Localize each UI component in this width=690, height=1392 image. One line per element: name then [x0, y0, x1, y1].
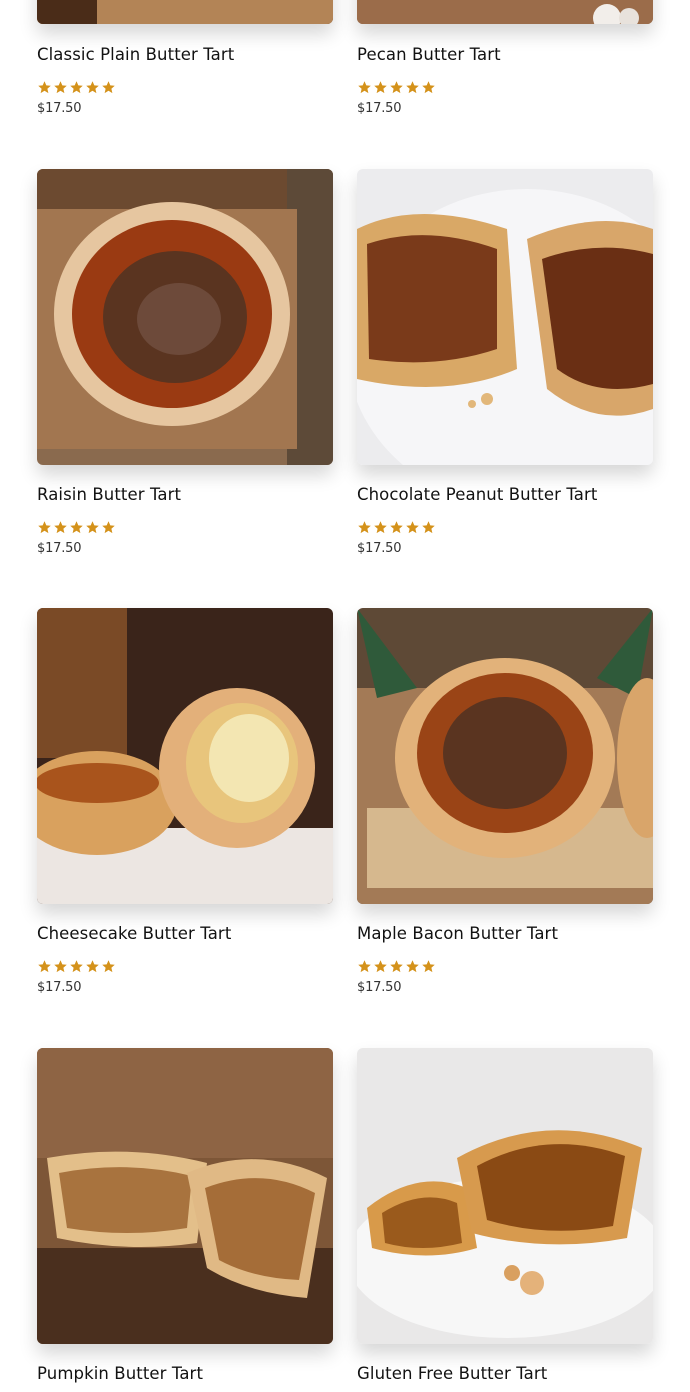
star-icon	[101, 80, 116, 95]
product-title[interactable]: Maple Bacon Butter Tart	[357, 924, 558, 943]
star-icon	[53, 520, 68, 535]
product-price: $17.50	[357, 980, 402, 995]
star-rating	[37, 80, 116, 95]
star-icon	[85, 520, 100, 535]
star-icon	[69, 80, 84, 95]
star-rating	[37, 959, 116, 974]
product-price: $17.50	[37, 101, 82, 116]
product-title[interactable]: Classic Plain Butter Tart	[37, 45, 234, 64]
star-icon	[101, 520, 116, 535]
star-icon	[373, 520, 388, 535]
product-image[interactable]	[37, 0, 333, 24]
product-title[interactable]: Gluten Free Butter Tart	[357, 1364, 547, 1383]
star-icon	[373, 959, 388, 974]
star-icon	[389, 959, 404, 974]
product-image[interactable]	[357, 0, 653, 24]
product-price: $17.50	[37, 980, 82, 995]
star-icon	[405, 520, 420, 535]
star-icon	[373, 80, 388, 95]
star-icon	[389, 520, 404, 535]
star-rating	[37, 520, 116, 535]
star-icon	[101, 959, 116, 974]
product-image[interactable]	[357, 608, 653, 904]
star-icon	[357, 520, 372, 535]
product-image[interactable]	[357, 1048, 653, 1344]
product-image[interactable]	[357, 169, 653, 465]
star-icon	[37, 520, 52, 535]
star-icon	[421, 80, 436, 95]
star-icon	[85, 959, 100, 974]
star-icon	[53, 80, 68, 95]
product-price: $17.50	[357, 101, 402, 116]
product-title[interactable]: Pumpkin Butter Tart	[37, 1364, 203, 1383]
star-icon	[85, 80, 100, 95]
star-icon	[53, 959, 68, 974]
product-title[interactable]: Raisin Butter Tart	[37, 485, 181, 504]
product-image[interactable]	[37, 608, 333, 904]
star-rating	[357, 80, 436, 95]
star-rating	[357, 959, 436, 974]
product-price: $17.50	[357, 541, 402, 556]
star-rating	[357, 520, 436, 535]
star-icon	[389, 80, 404, 95]
star-icon	[405, 80, 420, 95]
product-image[interactable]	[37, 1048, 333, 1344]
star-icon	[69, 959, 84, 974]
star-icon	[357, 959, 372, 974]
product-image[interactable]	[37, 169, 333, 465]
product-title[interactable]: Cheesecake Butter Tart	[37, 924, 231, 943]
star-icon	[357, 80, 372, 95]
star-icon	[69, 520, 84, 535]
product-title[interactable]: Pecan Butter Tart	[357, 45, 501, 64]
product-price: $17.50	[37, 541, 82, 556]
product-title[interactable]: Chocolate Peanut Butter Tart	[357, 485, 597, 504]
star-icon	[37, 959, 52, 974]
star-icon	[405, 959, 420, 974]
star-icon	[421, 959, 436, 974]
star-icon	[421, 520, 436, 535]
star-icon	[37, 80, 52, 95]
